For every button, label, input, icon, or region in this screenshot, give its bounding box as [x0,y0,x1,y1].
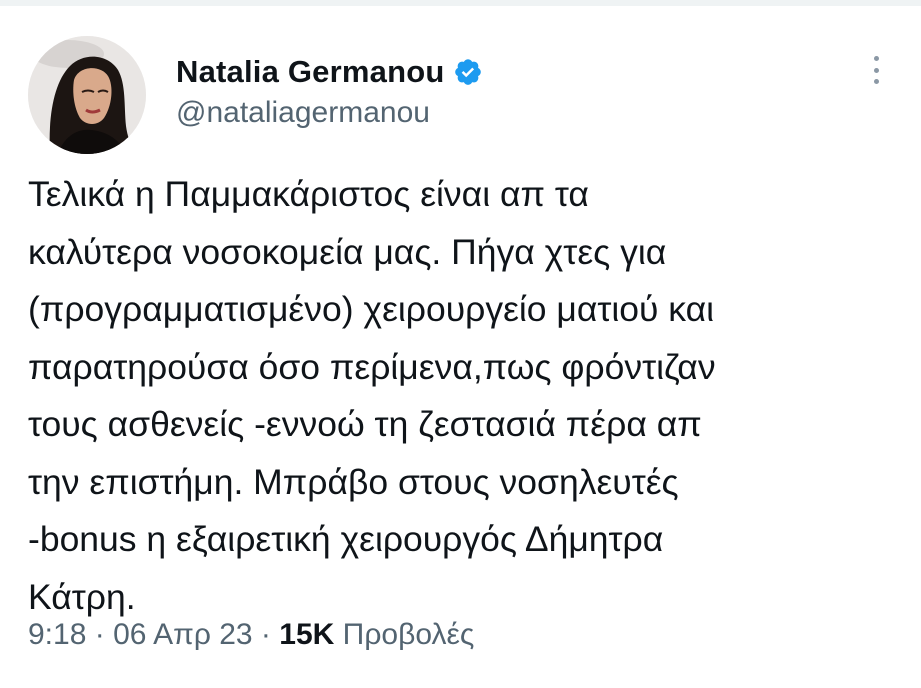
more-dot [873,56,879,61]
display-name[interactable]: Natalia Germanou [176,54,445,90]
meta-separator: · [252,618,280,651]
more-options-icon[interactable] [866,54,886,86]
tweet-time[interactable]: 9:18 [28,618,86,651]
avatar[interactable] [28,36,146,154]
tweet-text-line: τους ασθενείς -εννοώ τη ζεστασιά πέρα απ [28,404,702,444]
views-count: 15K [279,618,335,651]
verified-badge-icon [453,57,483,87]
more-dot [873,79,879,84]
tweet-text: Τελικά η Παμμακάριστος είναι απ τα καλύτ… [28,166,908,626]
top-divider [0,0,921,6]
tweet-text-line: -bonus η εξαιρετική χειρουργός Δήμητρα [28,519,664,559]
tweet-text-line: καλύτερα νοσοκομεία μας. Πήγα χτες για [28,231,667,272]
tweet-meta: 9:18 · 06 Απρ 23 · 15K Προβολές [28,618,474,652]
views-label: Προβολές [342,618,475,651]
author-handle[interactable]: @nataliagermanou [176,96,430,130]
profile-photo [28,36,146,154]
more-dot [873,67,879,73]
tweet-text-line: την επιστήμη. Μπράβο στους νοσηλευτές [28,461,679,502]
meta-separator: · [86,618,114,651]
tweet-date[interactable]: 06 Απρ 23 [113,618,253,651]
tweet-text-line: Τελικά η Παμμακάριστος είναι απ τα [28,174,589,214]
author-name-row: Natalia Germanou [176,52,483,92]
tweet-text-line: παρατηρούσα όσο περίμενα,πως φρόντιζαν [28,346,716,387]
tweet-text-line: (προγραμματισμένο) χειρουργείο ματιού κα… [28,289,715,329]
